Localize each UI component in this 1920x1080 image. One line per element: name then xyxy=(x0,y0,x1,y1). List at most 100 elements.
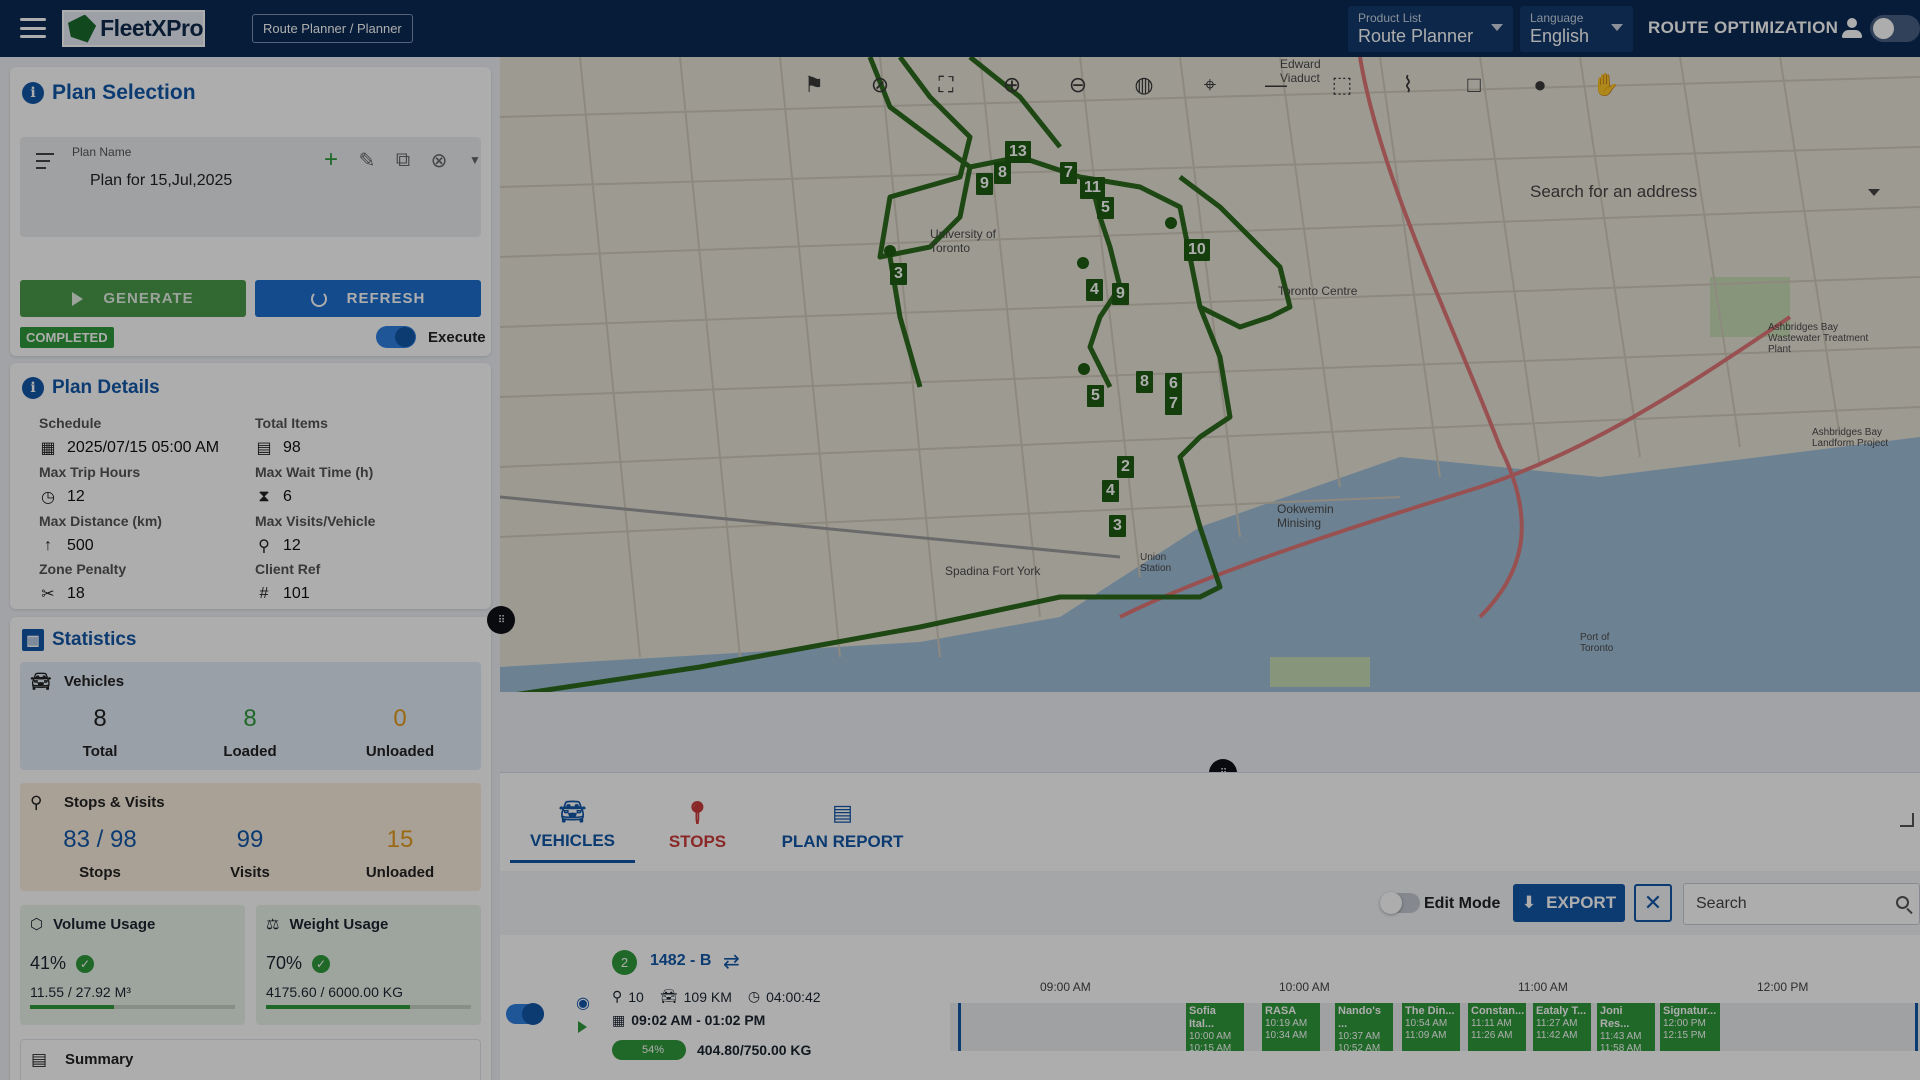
timeline-stop-block[interactable]: Eataly T... 11:27 AM 11:42 AM xyxy=(1533,1003,1591,1051)
refresh-button[interactable]: REFRESH xyxy=(255,280,481,317)
pan-hand-icon[interactable]: ✋ xyxy=(1592,71,1620,99)
export-button[interactable]: ⬇ EXPORT xyxy=(1513,884,1625,922)
summary-box[interactable]: ▤ Summary xyxy=(20,1039,481,1080)
timeline-stop-block[interactable]: Sofia Ital... 10:00 AM 10:15 AM xyxy=(1186,1003,1244,1051)
car-icon: 🚘︎ xyxy=(558,798,587,824)
stop-marker[interactable]: 10 xyxy=(1184,239,1210,261)
tab-vehicles-label: VEHICLES xyxy=(529,830,616,850)
tab-plan-report[interactable]: ▤ PLAN REPORT xyxy=(760,789,925,863)
add-plan-icon[interactable]: + xyxy=(320,146,342,173)
tab-vehicles[interactable]: 🚘︎ VEHICLES xyxy=(510,789,635,863)
route-map[interactable]: ⚑ ⊘ ⛶ ⊕ ⊖ ◍ ⌖ ― ⬚ ⌇ □ ● ✋ Search for an … xyxy=(500,57,1920,692)
max-distance-detail: Max Distance (km) ↑ 500 xyxy=(39,513,162,555)
expand-icon[interactable] xyxy=(1900,813,1914,827)
stop-marker[interactable]: 8 xyxy=(1136,371,1153,393)
vertical-resize-handle[interactable]: ⠿ xyxy=(487,606,515,634)
swap-icon[interactable]: ⇄ xyxy=(723,949,740,974)
generate-button[interactable]: GENERATE xyxy=(20,280,246,317)
app-logo[interactable]: FleetXPro xyxy=(62,10,205,47)
circle-icon[interactable]: ● xyxy=(1526,71,1554,99)
flag-icon[interactable]: ⚑ xyxy=(800,71,828,99)
search-input[interactable]: Search xyxy=(1683,883,1920,925)
vehicle-visibility-toggle[interactable] xyxy=(506,1003,544,1025)
vehicle-name[interactable]: 1482 - B xyxy=(650,952,711,970)
stop-marker[interactable]: 3 xyxy=(1109,515,1126,537)
copy-icon[interactable]: ⧉ xyxy=(392,149,414,171)
max-visits-value: 12 xyxy=(283,537,301,554)
fullscreen-icon[interactable]: ⛶ xyxy=(932,71,960,99)
vehicle-row[interactable]: ◉ 2 1482 - B ⇄ ⚲ 10 🚘︎ 109 KM ◷ 04:00:42 ▦ 0… xyxy=(500,935,1920,1080)
stop-marker[interactable]: 5 xyxy=(1087,385,1104,407)
timeline-stop-block[interactable]: Joni Res... 11:43 AM 11:58 AM xyxy=(1597,1003,1655,1051)
stop-marker[interactable]: 4 xyxy=(1102,480,1119,502)
stop-marker[interactable]: 7 xyxy=(1060,162,1077,184)
timeline-stop-block[interactable]: Constan... 11:11 AM 11:26 AM xyxy=(1468,1003,1526,1051)
volume-usage-bar xyxy=(30,1005,235,1009)
timeline-stop-block[interactable]: Nando's ... 10:37 AM 10:52 AM xyxy=(1335,1003,1393,1051)
weight-usage-box: ⚖ Weight Usage 70% ✓ 4175.60 / 6000.00 KG xyxy=(256,905,481,1025)
edit-icon[interactable]: ✎ xyxy=(356,149,378,172)
check-circle-icon: ✓ xyxy=(312,954,331,973)
pin-off-icon[interactable]: ⊘ xyxy=(866,71,894,99)
map-place-label: Ashbridges Bay Wastewater Treatment Plan… xyxy=(1768,322,1869,355)
vehicles-title: Vehicles xyxy=(64,672,125,690)
polyline-icon[interactable]: ⌇ xyxy=(1394,71,1422,99)
timeline-tick: 10:00 AM xyxy=(1279,980,1330,994)
clear-icon[interactable]: ⊗ xyxy=(428,149,450,172)
vehicle-number-badge: 2 xyxy=(612,950,637,975)
stop-marker[interactable]: 4 xyxy=(1086,279,1103,301)
chevron-down-icon[interactable]: ▼ xyxy=(464,149,486,171)
vehicles-unloaded-number: 0 xyxy=(393,705,407,732)
plan-name-box[interactable]: Plan Name Plan for 15,Jul,2025 + ✎ ⧉ ⊗ ▼ xyxy=(20,137,481,237)
timeline-stop-name: Signatur... xyxy=(1663,1005,1717,1017)
stop-marker[interactable]: 6 xyxy=(1165,373,1182,395)
product-list-select[interactable]: Product List Route Planner xyxy=(1348,6,1513,52)
stop-marker[interactable]: 3 xyxy=(890,263,907,285)
stop-marker[interactable]: 9 xyxy=(1112,283,1129,305)
tab-stops-label: STOPS xyxy=(668,832,727,851)
edit-mode-toggle[interactable] xyxy=(1380,892,1420,914)
execute-toggle[interactable] xyxy=(376,326,416,348)
route-optimization-link[interactable]: ROUTE OPTIMIZATION xyxy=(1648,18,1838,38)
zone-penalty-detail: Zone Penalty ✂ 18 xyxy=(39,561,126,603)
close-button[interactable]: ✕ xyxy=(1634,884,1672,922)
stop-marker[interactable]: 11 xyxy=(1080,177,1105,199)
timeline-stop-block[interactable]: The Din... 10:54 AM 11:09 AM xyxy=(1402,1003,1460,1051)
stop-marker[interactable]: 7 xyxy=(1165,393,1182,415)
timeline-stop-start: 11:27 AM xyxy=(1536,1018,1578,1029)
product-list-value: Route Planner xyxy=(1358,26,1474,46)
timeline-stop-end: 10:52 AM xyxy=(1338,1043,1381,1051)
plan-name-label: Plan Name xyxy=(72,145,132,159)
zoom-in-icon[interactable]: ⊕ xyxy=(998,71,1026,99)
stop-marker[interactable]: 8 xyxy=(994,162,1011,184)
timeline-stop-block[interactable]: Signatur... 12:00 PM 12:15 PM xyxy=(1660,1003,1720,1051)
zoom-out-icon[interactable]: ⊖ xyxy=(1064,71,1092,99)
chevron-down-icon xyxy=(1491,24,1503,31)
eye-icon[interactable]: ◉ xyxy=(576,993,590,1013)
tab-stops[interactable]: 📍︎ STOPS xyxy=(635,789,760,863)
rectangle-icon[interactable]: □ xyxy=(1460,71,1488,99)
app-name: FleetXPro xyxy=(100,15,203,41)
locate-icon[interactable]: ⌖ xyxy=(1196,71,1224,99)
bottom-tabs: 🚘︎ VEHICLES 📍︎ STOPS ▤ PLAN REPORT xyxy=(510,789,925,863)
globe-icon[interactable]: ◍ xyxy=(1130,71,1158,99)
chevron-down-icon xyxy=(1611,24,1623,31)
menu-icon[interactable] xyxy=(20,18,46,38)
theme-toggle[interactable] xyxy=(1870,15,1920,42)
calendar-icon: ▦ xyxy=(40,440,56,457)
stop-marker[interactable]: 9 xyxy=(976,173,993,195)
route-node xyxy=(1077,257,1089,269)
stop-marker[interactable]: 5 xyxy=(1097,197,1114,219)
weight-usage-title: Weight Usage xyxy=(289,915,389,933)
stop-marker[interactable]: 13 xyxy=(1005,141,1031,163)
max-trip-hours-label: Max Trip Hours xyxy=(39,464,141,480)
timeline-stop-block[interactable]: RASA 10:19 AM 10:34 AM xyxy=(1262,1003,1320,1051)
language-select[interactable]: Language English xyxy=(1520,6,1633,52)
map-place-label: Ookwemin Minising xyxy=(1277,502,1334,530)
address-search[interactable]: Search for an address xyxy=(1520,172,1890,212)
user-icon[interactable] xyxy=(1841,17,1863,39)
breadcrumb[interactable]: Route Planner / Planner xyxy=(252,14,413,43)
timeline-stop-end: 11:58 AM xyxy=(1600,1043,1642,1051)
play-icon[interactable] xyxy=(578,1021,587,1033)
stop-marker[interactable]: 2 xyxy=(1117,456,1134,478)
